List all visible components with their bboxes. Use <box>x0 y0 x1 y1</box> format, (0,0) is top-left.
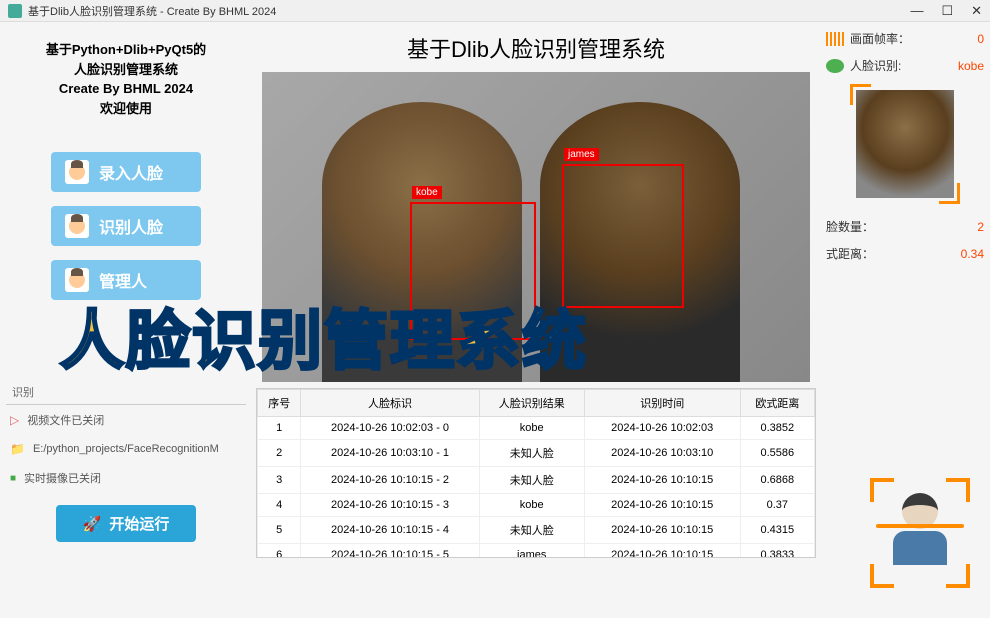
page-title: 基于Dlib人脸识别管理系统 <box>256 26 816 72</box>
results-table: 序号人脸标识人脸识别结果识别时间欧式距离 12024-10-26 10:02:0… <box>256 388 816 558</box>
video-file-row[interactable]: 视频文件已关闭 <box>6 405 246 435</box>
table-row[interactable]: 52024-10-26 10:10:15 - 4未知人脸2024-10-26 1… <box>258 517 815 544</box>
recognize-face-button[interactable]: 识别人脸 <box>51 206 201 246</box>
table-header: 人脸标识 <box>301 390 479 417</box>
recognition-icon <box>826 59 844 73</box>
rocket-icon: 🚀 <box>83 515 102 533</box>
video-display: kobe james <box>262 72 810 382</box>
table-header: 欧式距离 <box>740 390 814 417</box>
table-header: 人脸识别结果 <box>479 390 584 417</box>
face-icon <box>65 268 89 292</box>
face-box-2: james <box>562 164 684 308</box>
table-row[interactable]: 12024-10-26 10:02:03 - 0kobe2024-10-26 1… <box>258 417 815 440</box>
titlebar: 基于Dlib人脸识别管理系统 - Create By BHML 2024 — ☐… <box>0 0 990 22</box>
face-crop-display <box>850 84 960 204</box>
maximize-button[interactable]: ☐ <box>941 3 953 19</box>
enter-face-button[interactable]: 录入人脸 <box>51 152 201 192</box>
distance-stat: 式距离： 0.34 <box>826 245 984 262</box>
count-stat: 脸数量： 2 <box>826 218 984 235</box>
identify-tab[interactable]: 识别 <box>6 380 246 405</box>
info-block: 基于Python+Dlib+PyQt5的 人脸识别管理系统 Create By … <box>6 28 246 138</box>
minimize-button[interactable]: — <box>910 3 923 19</box>
camera-row[interactable]: 实时摄像已关闭 <box>6 463 246 493</box>
table-header: 识别时间 <box>584 390 740 417</box>
close-button[interactable]: ✕ <box>971 3 982 19</box>
fps-icon <box>826 32 844 46</box>
left-panel: 基于Python+Dlib+PyQt5的 人脸识别管理系统 Create By … <box>0 22 252 618</box>
face-icon <box>65 214 89 238</box>
table-row[interactable]: 32024-10-26 10:10:15 - 2未知人脸2024-10-26 1… <box>258 467 815 494</box>
path-row[interactable]: E:/python_projects/FaceRecognitionM <box>6 435 246 463</box>
table-row[interactable]: 22024-10-26 10:03:10 - 1未知人脸2024-10-26 1… <box>258 440 815 467</box>
face-box-1: kobe <box>410 202 536 340</box>
recognition-stat: 人脸识别: kobe <box>826 57 984 74</box>
table-row[interactable]: 62024-10-26 10:10:15 - 5james2024-10-26 … <box>258 544 815 559</box>
face-icon <box>65 160 89 184</box>
center-panel: 基于Dlib人脸识别管理系统 kobe james 序号人脸标识人脸识别结果识别… <box>252 22 820 618</box>
manage-face-button[interactable]: 管理人 <box>51 260 201 300</box>
app-icon <box>8 4 22 18</box>
run-button[interactable]: 🚀 开始运行 <box>56 505 196 542</box>
window-title: 基于Dlib人脸识别管理系统 - Create By BHML 2024 <box>28 3 276 19</box>
table-row[interactable]: 42024-10-26 10:10:15 - 3kobe2024-10-26 1… <box>258 494 815 517</box>
table-header: 序号 <box>258 390 301 417</box>
scan-graphic <box>870 478 970 588</box>
fps-stat: 画面帧率： 0 <box>826 30 984 47</box>
